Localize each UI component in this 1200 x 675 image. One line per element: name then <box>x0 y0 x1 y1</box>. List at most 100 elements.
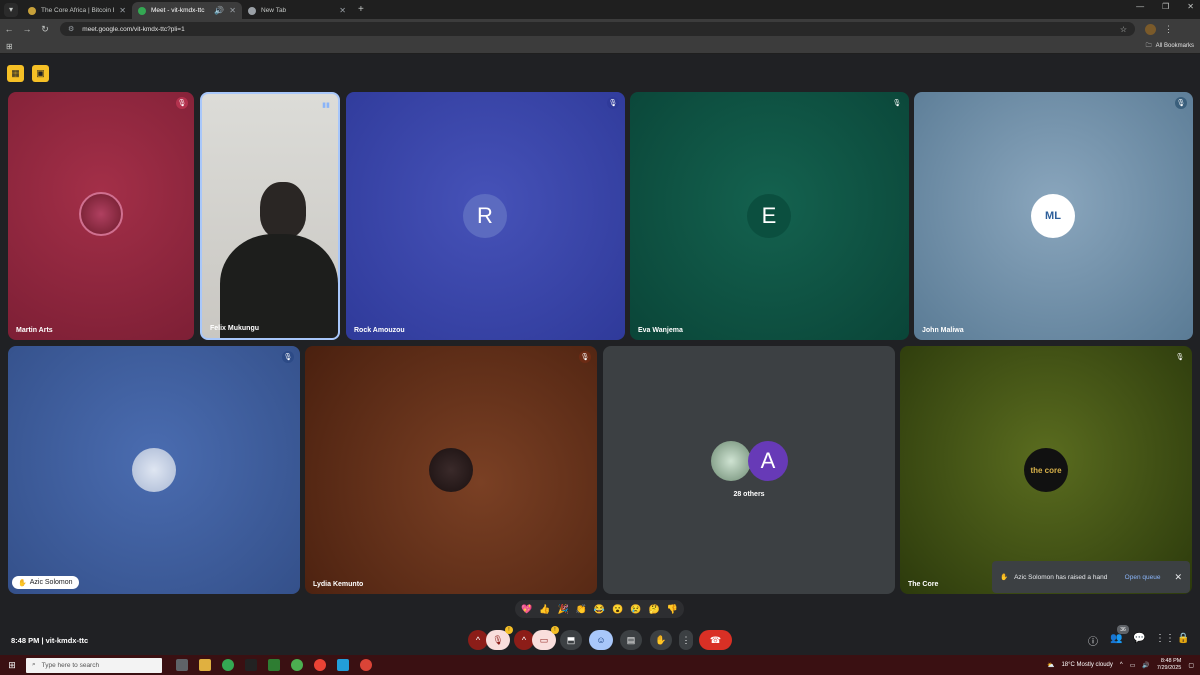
all-bookmarks-label: All Bookmarks <box>1155 43 1194 49</box>
close-tab-icon[interactable]: ✕ <box>119 6 126 15</box>
forward-icon[interactable]: → <box>18 24 36 34</box>
more-options-button[interactable]: ⋮ <box>679 630 693 650</box>
profile-avatar[interactable] <box>1145 23 1156 35</box>
windows-start-icon[interactable]: ⊞ <box>4 660 20 671</box>
clock[interactable]: 8:48 PM 7/29/2025 <box>1157 658 1181 672</box>
participant-name: Felix Mukungu <box>210 325 259 332</box>
apps-grid-icon[interactable]: ⊞ <box>6 42 13 51</box>
new-tab-icon[interactable]: + <box>358 4 364 15</box>
chrome-profile-icon[interactable] <box>314 659 326 671</box>
participant-name: Eva Wanjema <box>638 327 683 334</box>
site-info-icon[interactable]: ⚙ <box>68 25 74 33</box>
participant-tile-lydia-kemunto[interactable]: 🎙 Lydia Kemunto <box>305 346 597 594</box>
browser-menu-icon[interactable]: ⋮ <box>1164 24 1173 35</box>
tab-title: New Tab <box>261 7 287 14</box>
participant-tile-john-maliwa[interactable]: ML 🎙 John Maliwa <box>914 92 1193 340</box>
telegram-icon[interactable] <box>337 659 349 671</box>
reaction-clap[interactable]: 👏 <box>576 604 587 615</box>
reaction-laugh[interactable]: 😂 <box>594 604 605 615</box>
tradingview-icon[interactable] <box>245 659 257 671</box>
tab-search-icon[interactable]: ▾ <box>4 2 18 17</box>
reaction-heart[interactable]: 💖 <box>521 604 532 615</box>
reaction-sad[interactable]: 😢 <box>630 604 641 615</box>
participant-tile-azic-solomon[interactable]: 🎙 ✋ Azic Solomon <box>8 346 300 594</box>
people-icon[interactable]: 👥 <box>1110 633 1122 644</box>
meet-favicon-icon <box>138 6 146 15</box>
chevron-up-icon[interactable]: ^ <box>1120 662 1123 668</box>
reload-icon[interactable]: ↻ <box>36 24 54 35</box>
taskbar-search[interactable]: ⌕ Type here to search <box>26 657 162 673</box>
mic-off-icon: 🎙 <box>607 97 619 109</box>
all-bookmarks[interactable]: 🗀 All Bookmarks <box>1146 41 1194 51</box>
clock-time: 8:48 PM <box>1160 658 1182 664</box>
favicon-icon <box>28 6 36 15</box>
chrome-icon[interactable] <box>360 659 372 671</box>
close-tab-icon[interactable]: ✕ <box>339 6 346 15</box>
minimize-icon[interactable]: — <box>1136 2 1144 11</box>
tab-meet[interactable]: Meet - vit-kmdx-ttc 🔊 ✕ <box>132 2 242 19</box>
activities-icon[interactable]: ⋮⋮ <box>1155 633 1175 644</box>
close-tab-icon[interactable]: ✕ <box>229 6 236 15</box>
back-icon[interactable]: ← <box>0 24 18 34</box>
participant-tile-the-core[interactable]: the core 🎙 The Core <box>900 346 1192 594</box>
reaction-thumbs-down[interactable]: 👎 <box>667 604 678 615</box>
others-tile[interactable]: A 28 others <box>603 346 895 594</box>
participant-avatar: R <box>463 194 507 238</box>
browser-tab-bar: ▾ The Core Africa | Bitcoin Educa ✕ Meet… <box>0 0 1200 19</box>
mic-toggle-button[interactable]: 🎙! <box>486 626 513 650</box>
url-text: meet.google.com/vit-kmdx-ttc?pli=1 <box>82 25 185 33</box>
leave-call-button[interactable]: ☎ <box>699 630 732 650</box>
captions-button[interactable]: ▤ <box>620 630 642 650</box>
presentation-icon[interactable]: ▣ <box>32 65 49 82</box>
open-queue-link[interactable]: Open queue <box>1125 574 1161 581</box>
chat-icon[interactable]: 💬 <box>1133 633 1145 644</box>
participant-avatar <box>132 448 176 492</box>
reaction-party[interactable]: 🎉 <box>557 604 568 615</box>
audio-options-button[interactable]: ^ <box>468 630 488 650</box>
speaking-indicator-icon: ▮▮ <box>322 102 330 109</box>
participant-tile-martin-arts[interactable]: 🎙 Martin Arts <box>8 92 194 340</box>
camera-toggle-button[interactable]: ▭! <box>532 626 559 650</box>
meet-stage: ▦ ▣ 🎙 Martin Arts ▮▮ Felix Mukungu R 🎙 R… <box>0 55 1200 655</box>
chrome-icon[interactable] <box>222 659 234 671</box>
participant-tile-felix-mukungu[interactable]: ▮▮ Felix Mukungu <box>200 92 340 340</box>
audio-playing-icon[interactable]: 🔊 <box>214 6 224 15</box>
participant-tile-eva-wanjema[interactable]: E 🎙 Eva Wanjema <box>630 92 909 340</box>
participant-tile-rock-amouzou[interactable]: R 🎙 Rock Amouzou <box>346 92 625 340</box>
file-explorer-icon[interactable] <box>199 659 211 671</box>
raise-hand-button[interactable]: ✋ <box>650 630 672 650</box>
notifications-icon[interactable]: ▢ <box>1188 662 1194 669</box>
task-view-icon[interactable] <box>176 659 188 671</box>
restore-icon[interactable]: ❐ <box>1162 2 1169 11</box>
network-icon[interactable]: ▭ <box>1130 662 1136 669</box>
url-bar[interactable]: ⚙ meet.google.com/vit-kmdx-ttc?pli=1 ☆ <box>60 22 1135 36</box>
emoji-button[interactable]: ☺ <box>589 630 613 650</box>
captions-off-icon[interactable]: ▦ <box>7 65 24 82</box>
close-notification-icon[interactable]: ✕ <box>1174 572 1182 583</box>
reaction-surprised[interactable]: 😮 <box>612 604 623 615</box>
meeting-details-icon[interactable]: ⓘ <box>1088 633 1098 648</box>
tab-new-tab[interactable]: New Tab ✕ <box>242 2 352 19</box>
app-icon[interactable] <box>291 659 303 671</box>
other-participant-avatar: A <box>748 441 788 481</box>
close-window-icon[interactable]: ✕ <box>1187 2 1194 11</box>
meeting-time: 8:48 PM <box>11 635 40 645</box>
volume-icon[interactable]: 🔊 <box>1142 662 1149 669</box>
tab-the-core[interactable]: The Core Africa | Bitcoin Educa ✕ <box>22 2 132 19</box>
participant-name: Lydia Kemunto <box>313 581 364 588</box>
host-controls-icon[interactable]: 🔒 <box>1177 633 1189 644</box>
app-icon[interactable] <box>268 659 280 671</box>
present-button[interactable]: ⬒ <box>560 630 582 650</box>
system-tray: ⛅ 18°C Mostly cloudy ^ ▭ 🔊 8:48 PM 7/29/… <box>1047 655 1194 675</box>
tab-title: Meet - vit-kmdx-ttc <box>151 7 205 14</box>
reaction-thumbs-up[interactable]: 👍 <box>539 604 550 615</box>
tab-title: The Core Africa | Bitcoin Educa <box>41 7 114 14</box>
weather-text[interactable]: 18°C Mostly cloudy <box>1061 662 1112 668</box>
raised-hand-notification: ✋ Azic Solomon has raised a hand Open qu… <box>992 561 1190 593</box>
reaction-thinking[interactable]: 🤔 <box>649 604 660 615</box>
raised-hand-icon: ✋ <box>1000 574 1009 581</box>
clock-date: 7/29/2025 <box>1156 665 1182 671</box>
participant-avatar: ML <box>1031 194 1075 238</box>
video-options-button[interactable]: ^ <box>514 630 534 650</box>
bookmark-star-icon[interactable]: ☆ <box>1120 25 1127 34</box>
